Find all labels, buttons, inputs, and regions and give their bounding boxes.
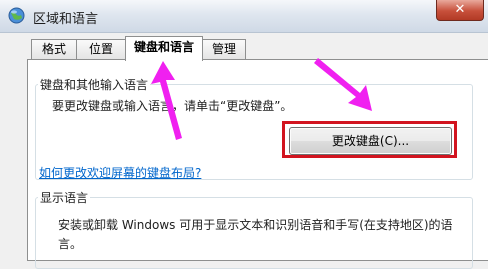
display-language-description-line2: 言。 [58, 237, 83, 251]
globe-icon [8, 7, 25, 24]
tab-location[interactable]: 位置 [76, 39, 126, 60]
display-language-group-box [35, 197, 473, 269]
tab-administrative[interactable]: 管理 [202, 39, 246, 60]
keyboard-group-title: 键盘和其他输入语言 [38, 76, 151, 93]
tab-keyboard-language[interactable]: 键盘和语言 [125, 36, 203, 61]
change-keyboard-button[interactable]: 更改键盘(C)... [289, 127, 452, 155]
window-title: 区域和语言 [33, 12, 99, 27]
display-language-description-line1: 安装或卸载 Windows 可用于显示文本和识别语音和手写(在支持地区)的语 [58, 218, 453, 232]
welcome-keyboard-layout-link[interactable]: 如何更改欢迎屏幕的键盘布局? [39, 164, 201, 181]
display-language-group-title: 显示语言 [38, 189, 91, 206]
close-button[interactable]: ✕ [436, 0, 484, 21]
keyboard-description: 要更改键盘或输入语言，请单击“更改键盘”。 [52, 99, 293, 113]
tab-format[interactable]: 格式 [31, 39, 77, 60]
